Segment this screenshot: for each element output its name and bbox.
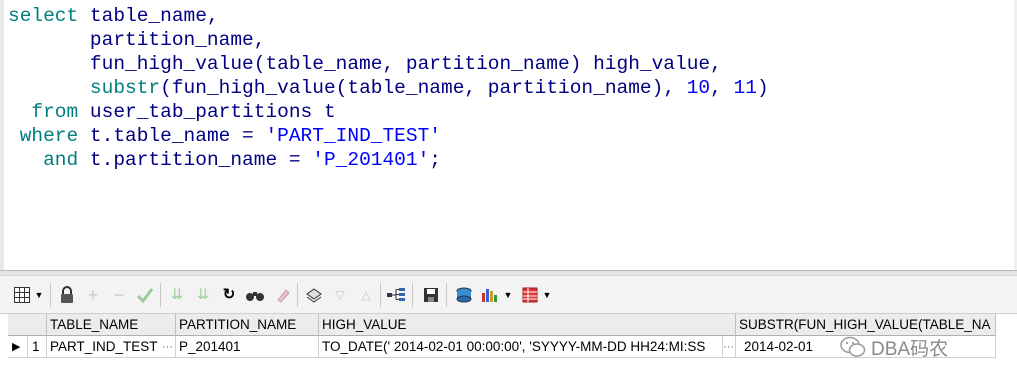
cell-table-name[interactable]: PART_IND_TEST ···: [47, 336, 176, 358]
cell-value: PART_IND_TEST: [50, 339, 158, 354]
toolbar-divider: [160, 283, 161, 307]
refresh-icon[interactable]: ↻: [219, 285, 239, 305]
code-text: (fun_high_value(table_name, partition_na…: [160, 77, 687, 99]
down-icon[interactable]: ▽: [330, 285, 350, 305]
watermark: DBA码农: [840, 334, 948, 360]
export-icon[interactable]: [454, 285, 474, 305]
add-icon[interactable]: +: [83, 285, 103, 305]
keyword-select: select: [8, 5, 79, 27]
code-line-7: and t.partition_name = 'P_201401';: [8, 148, 441, 172]
result-toolbar: ▼ + − ⇊ ⇊ ↻ ▽ △ ▼ ▼: [0, 276, 1017, 314]
code-text: ;: [429, 149, 441, 171]
find-icon[interactable]: [245, 285, 265, 305]
up-icon[interactable]: △: [356, 285, 376, 305]
column-header-partition-name[interactable]: PARTITION_NAME: [176, 314, 319, 336]
sql-editor[interactable]: select table_name, partition_name, fun_h…: [0, 0, 1017, 270]
keyword-where: where: [8, 125, 79, 147]
save-icon[interactable]: [421, 285, 441, 305]
number-literal: 10: [686, 77, 711, 99]
row-header-corner: [8, 314, 47, 336]
keyword-from: from: [8, 101, 79, 123]
editor-gutter: [0, 0, 4, 270]
chevron-down-icon[interactable]: ▼: [33, 285, 45, 305]
cell-partition-name[interactable]: P_201401: [176, 336, 319, 358]
code-text: ,: [710, 77, 734, 99]
chevron-down-icon[interactable]: ▼: [502, 285, 514, 305]
code-text: t.table_name =: [78, 125, 266, 147]
ellipsis-button[interactable]: ···: [723, 336, 734, 357]
code-text: user_tab_partitions t: [78, 101, 336, 123]
grid-menu-icon[interactable]: [12, 285, 32, 305]
query-by-example-icon[interactable]: [304, 285, 324, 305]
lock-icon[interactable]: [57, 285, 77, 305]
code-line-1: select table_name,: [8, 4, 219, 28]
chart-icon[interactable]: [480, 285, 500, 305]
cell-high-value-ellipsis[interactable]: ···: [723, 336, 736, 358]
row-number: 1: [28, 336, 47, 358]
code-line-5: from user_tab_partitions t: [8, 100, 336, 124]
string-literal: 'P_201401': [312, 149, 430, 171]
keyword-and: and: [8, 149, 79, 171]
clear-icon[interactable]: [273, 285, 293, 305]
chevron-down-icon[interactable]: ▼: [541, 285, 553, 305]
string-literal: 'PART_IND_TEST': [265, 125, 441, 147]
toolbar-divider: [412, 283, 413, 307]
toolbar-divider: [446, 283, 447, 307]
code-text: t.partition_name =: [78, 149, 313, 171]
filter-icon[interactable]: ⇊: [193, 285, 213, 305]
post-icon[interactable]: [135, 285, 155, 305]
filter-down-icon[interactable]: ⇊: [167, 285, 187, 305]
cell-high-value[interactable]: TO_DATE(' 2014-02-01 00:00:00', 'SYYYY-M…: [319, 336, 723, 358]
column-header-high-value[interactable]: HIGH_VALUE: [319, 314, 736, 336]
remove-icon[interactable]: −: [109, 285, 129, 305]
grid-view-icon[interactable]: [520, 285, 540, 305]
wechat-icon: [840, 336, 866, 357]
toolbar-divider: [380, 283, 381, 307]
toolbar-divider: [297, 283, 298, 307]
function-substr: substr: [89, 77, 161, 99]
code-line-4: substr(fun_high_value(table_name, partit…: [8, 76, 769, 100]
column-header-table-name[interactable]: TABLE_NAME: [47, 314, 176, 336]
ellipsis-button[interactable]: ···: [162, 336, 173, 357]
code-text: table_name,: [78, 5, 219, 27]
code-line-2: partition_name,: [8, 29, 266, 51]
code-text: ): [756, 77, 769, 99]
code-line-3: fun_high_value(table_name, partition_nam…: [8, 53, 722, 75]
watermark-text: DBA码农: [871, 338, 949, 360]
tree-icon[interactable]: [386, 285, 406, 305]
number-literal: 11: [733, 77, 757, 99]
current-row-marker: ▶: [8, 336, 28, 358]
toolbar-divider: [50, 283, 51, 307]
column-header-substr[interactable]: SUBSTR(FUN_HIGH_VALUE(TABLE_NA: [736, 314, 996, 336]
code-line-6: where t.table_name = 'PART_IND_TEST': [8, 124, 441, 148]
